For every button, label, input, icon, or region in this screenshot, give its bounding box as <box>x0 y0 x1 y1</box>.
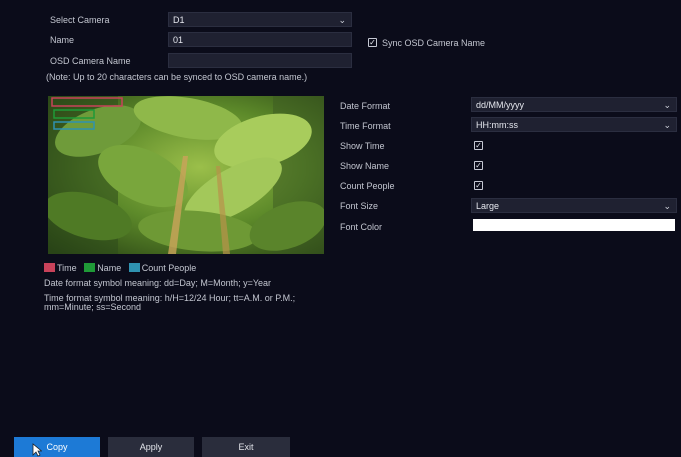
date-format-label: Date Format <box>340 101 391 111</box>
time-format-label: Time Format <box>340 121 391 131</box>
osd-camera-name-input[interactable] <box>168 53 352 68</box>
date-format-value: dd/MM/yyyy <box>476 100 525 110</box>
count-people-label: Count People <box>340 181 395 191</box>
camera-preview-image <box>48 96 324 254</box>
name-value: 01 <box>173 35 184 45</box>
chevron-down-icon: ⌄ <box>663 201 671 211</box>
legend-time: Time <box>57 263 77 273</box>
time-format-dropdown[interactable]: HH:mm:ss ⌄ <box>471 117 677 132</box>
copy-button-label: Copy <box>46 442 68 452</box>
legend-count-people: Count People <box>141 263 197 273</box>
show-time-label: Show Time <box>340 141 385 151</box>
name-input[interactable]: 01 <box>168 32 352 47</box>
font-size-value: Large <box>476 201 500 211</box>
chevron-down-icon: ⌄ <box>663 100 671 110</box>
show-name-checkbox[interactable]: ✓ <box>474 161 483 170</box>
select-camera-label: Select Camera <box>50 15 110 25</box>
time-format-hint-line2: mm=Minute; ss=Second <box>44 302 142 312</box>
font-color-label: Font Color <box>340 222 383 232</box>
time-format-value: HH:mm:ss <box>476 120 518 130</box>
chevron-down-icon: ⌄ <box>338 15 346 25</box>
chevron-down-icon: ⌄ <box>663 120 671 130</box>
legend-name: Name <box>97 263 122 273</box>
sync-osd-checkbox[interactable]: ✓ <box>368 38 377 47</box>
show-name-label: Show Name <box>340 161 390 171</box>
mouse-cursor-icon <box>32 443 42 457</box>
count-color-swatch <box>128 263 140 272</box>
apply-button-label: Apply <box>139 442 163 452</box>
font-size-label: Font Size <box>340 201 379 211</box>
date-format-dropdown[interactable]: dd/MM/yyyy ⌄ <box>471 97 677 112</box>
exit-button-label: Exit <box>238 442 254 452</box>
osd-camera-name-label: OSD Camera Name <box>50 56 131 66</box>
font-color-picker[interactable] <box>473 219 675 231</box>
overlay-legend: Time Name Count People <box>44 263 196 273</box>
time-color-swatch <box>44 263 55 272</box>
font-size-dropdown[interactable]: Large ⌄ <box>471 198 677 213</box>
name-label: Name <box>50 35 75 45</box>
name-color-swatch <box>84 263 96 272</box>
sync-note: (Note: Up to 20 characters can be synced… <box>46 72 308 82</box>
apply-button[interactable]: Apply <box>108 437 194 457</box>
camera-preview[interactable] <box>48 96 324 254</box>
show-time-checkbox[interactable]: ✓ <box>474 141 483 150</box>
select-camera-value: D1 <box>173 15 185 25</box>
date-format-hint: Date format symbol meaning: dd=Day; M=Mo… <box>44 278 272 288</box>
count-people-checkbox[interactable]: ✓ <box>474 181 483 190</box>
copy-button[interactable]: Copy <box>14 437 100 457</box>
select-camera-dropdown[interactable]: D1 ⌄ <box>168 12 352 27</box>
exit-button[interactable]: Exit <box>202 437 290 457</box>
sync-osd-label: Sync OSD Camera Name <box>382 38 486 48</box>
